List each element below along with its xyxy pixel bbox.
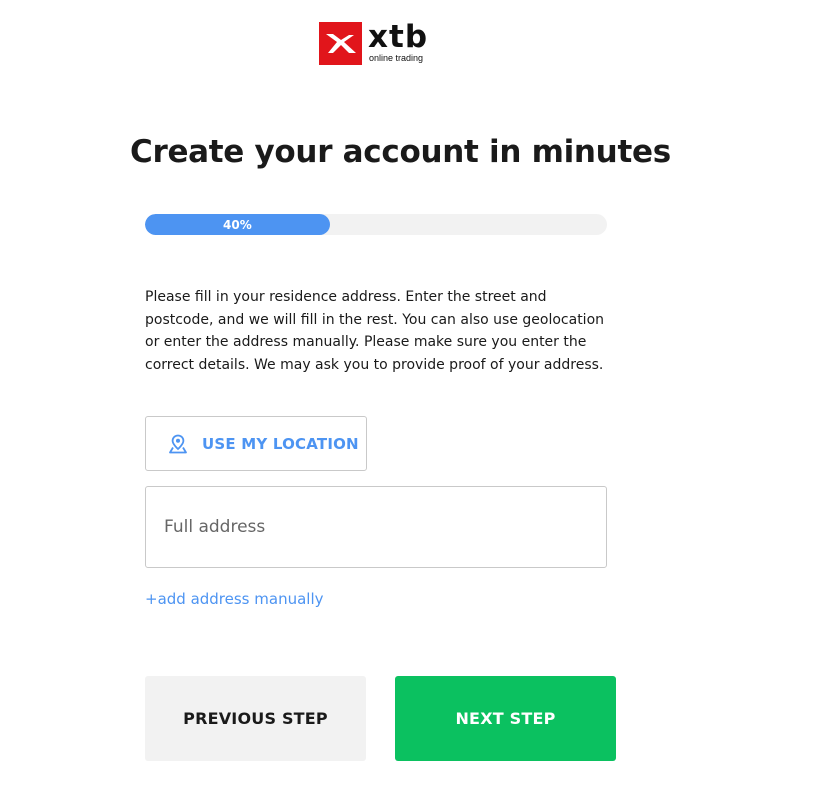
map-pin-icon — [168, 434, 188, 454]
page-title: Create your account in minutes — [130, 134, 671, 170]
add-address-manually-link[interactable]: +add address manually — [145, 590, 324, 608]
xtb-logo[interactable]: xtb online trading — [319, 22, 428, 65]
progress-bar: 40% — [145, 214, 607, 235]
use-my-location-button[interactable]: USE MY LOCATION — [145, 416, 367, 471]
next-step-button[interactable]: NEXT STEP — [395, 676, 616, 761]
xtb-x-logo-icon — [319, 22, 362, 65]
progress-label: 40% — [223, 217, 252, 232]
logo-text: xtb online trading — [368, 22, 428, 63]
brand-tagline: online trading — [369, 53, 424, 63]
address-instructions: Please fill in your residence address. E… — [145, 289, 605, 373]
full-address-input[interactable] — [145, 486, 607, 568]
progress-fill: 40% — [145, 214, 330, 235]
previous-step-button[interactable]: PREVIOUS STEP — [145, 676, 366, 761]
signup-page: xtb online trading Create your account i… — [0, 0, 819, 799]
use-my-location-label: USE MY LOCATION — [202, 434, 359, 453]
brand-name: xtb — [368, 19, 429, 55]
